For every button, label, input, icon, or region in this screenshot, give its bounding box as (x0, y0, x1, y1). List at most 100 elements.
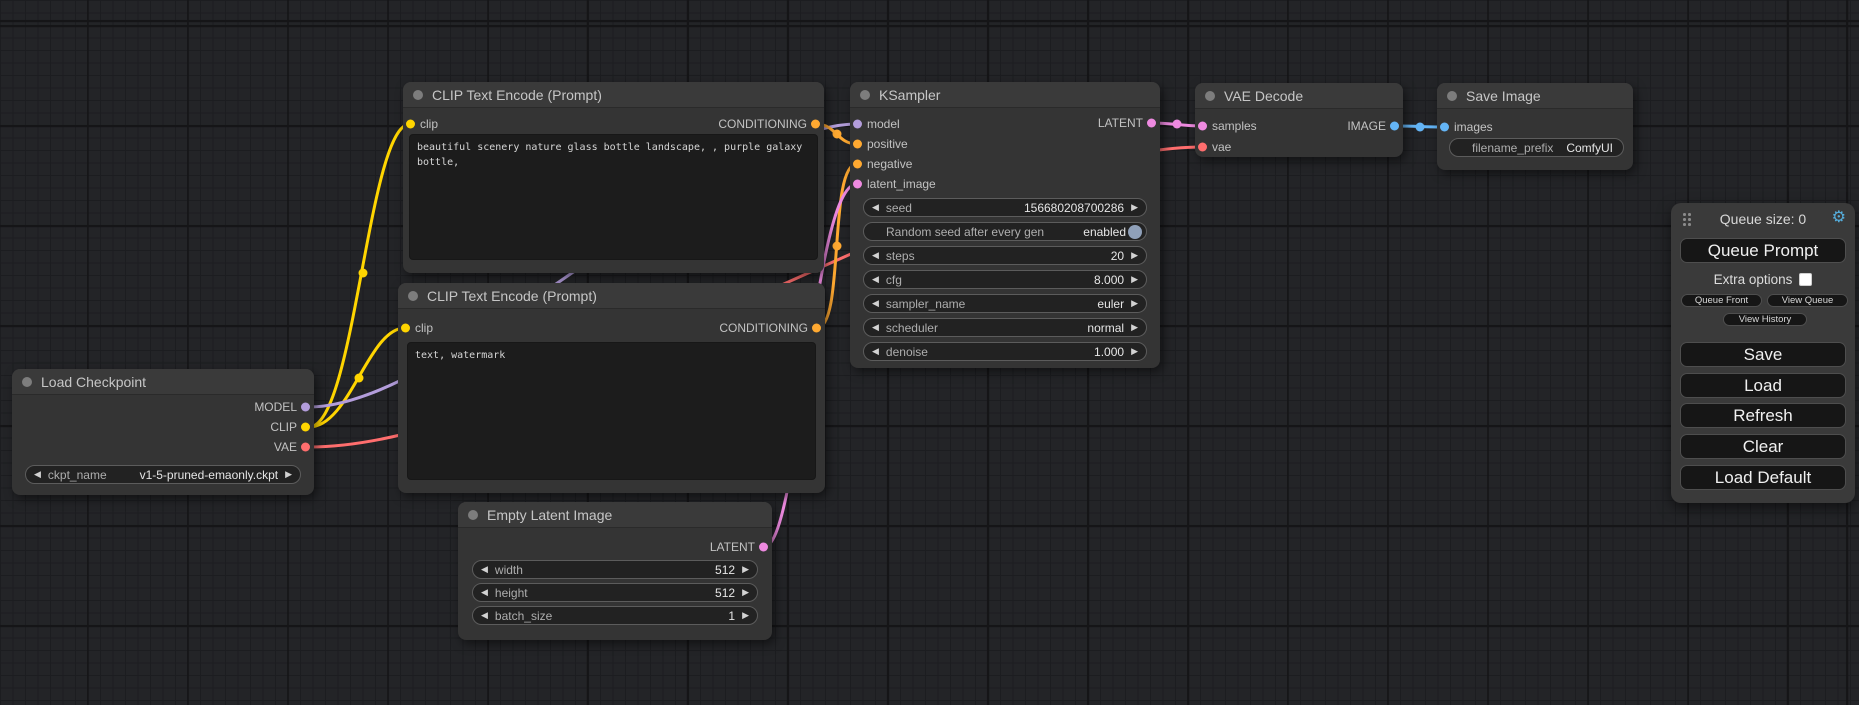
node-title-bar[interactable]: Empty Latent Image (458, 502, 772, 528)
load-default-button[interactable]: Load Default (1680, 465, 1846, 490)
ckpt-name-widget[interactable]: ◀ ckpt_name v1-5-pruned-emaonly.ckpt ▶ (25, 465, 301, 484)
port-image-output[interactable] (1390, 122, 1399, 131)
positive-prompt-textarea[interactable]: beautiful scenery nature glass bottle la… (409, 134, 818, 260)
height-widget[interactable]: ◀ height 512 ▶ (472, 583, 758, 602)
node-clip-text-encode-negative[interactable]: CLIP Text Encode (Prompt) clip CONDITION… (398, 283, 825, 493)
node-load-checkpoint[interactable]: Load Checkpoint MODEL CLIP VAE ◀ ckpt_na… (12, 369, 314, 495)
input-row-clip: clip (403, 115, 438, 133)
width-widget[interactable]: ◀ width 512 ▶ (472, 560, 758, 579)
refresh-button[interactable]: Refresh (1680, 403, 1846, 428)
collapse-dot-icon[interactable] (860, 90, 870, 100)
increment-arrow-icon[interactable]: ▶ (1131, 323, 1138, 332)
node-title-bar[interactable]: Save Image (1437, 83, 1633, 109)
node-vae-decode[interactable]: VAE Decode samples IMAGE vae (1195, 83, 1403, 157)
extra-options-checkbox[interactable] (1799, 273, 1812, 286)
decrement-arrow-icon[interactable]: ◀ (481, 565, 488, 574)
random-seed-toggle-widget[interactable]: Random seed after every gen enabled (863, 222, 1147, 241)
port-latent-output[interactable] (759, 543, 768, 552)
filename-prefix-widget[interactable]: filename_prefix ComfyUI (1449, 138, 1624, 157)
drag-handle-icon[interactable] (1683, 213, 1686, 216)
collapse-dot-icon[interactable] (413, 90, 423, 100)
increment-arrow-icon[interactable]: ▶ (742, 611, 749, 620)
port-model-input[interactable] (853, 120, 862, 129)
decrement-arrow-icon[interactable]: ◀ (872, 323, 879, 332)
collapse-dot-icon[interactable] (1447, 91, 1457, 101)
increment-arrow-icon[interactable]: ▶ (1131, 299, 1138, 308)
decrement-arrow-icon[interactable]: ◀ (481, 588, 488, 597)
collapse-dot-icon[interactable] (408, 291, 418, 301)
increment-arrow-icon[interactable]: ▶ (1131, 251, 1138, 260)
decrement-arrow-icon[interactable]: ◀ (481, 611, 488, 620)
port-positive-input[interactable] (853, 140, 862, 149)
node-title-bar[interactable]: Load Checkpoint (12, 369, 314, 395)
widget-value: enabled (1083, 225, 1126, 239)
decrement-arrow-icon[interactable]: ◀ (872, 251, 879, 260)
clear-button[interactable]: Clear (1680, 434, 1846, 459)
port-images-input[interactable] (1440, 123, 1449, 132)
link-dot-image-to-save (1416, 123, 1425, 132)
denoise-widget[interactable]: ◀ denoise 1.000 ▶ (863, 342, 1147, 361)
increment-arrow-icon[interactable]: ▶ (1131, 347, 1138, 356)
decrement-arrow-icon[interactable]: ◀ (872, 275, 879, 284)
widget-value: 20 (1111, 249, 1124, 263)
input-row-images: images (1437, 118, 1493, 136)
node-empty-latent-image[interactable]: Empty Latent Image LATENT ◀ width 512 ▶ … (458, 502, 772, 640)
node-title-bar[interactable]: VAE Decode (1195, 83, 1403, 109)
queue-front-button[interactable]: Queue Front (1681, 294, 1762, 307)
decrement-arrow-icon[interactable]: ◀ (872, 299, 879, 308)
node-title-label: CLIP Text Encode (Prompt) (427, 288, 597, 304)
link-dot-conditioning-to-negative (833, 242, 842, 251)
cfg-widget[interactable]: ◀ cfg 8.000 ▶ (863, 270, 1147, 289)
port-negative-input[interactable] (853, 160, 862, 169)
port-vae-input[interactable] (1198, 143, 1207, 152)
port-clip-input[interactable] (401, 324, 410, 333)
decrement-arrow-icon[interactable]: ◀ (34, 470, 41, 479)
steps-widget[interactable]: ◀ steps 20 ▶ (863, 246, 1147, 265)
port-conditioning-output[interactable] (812, 324, 821, 333)
port-clip-output[interactable] (301, 423, 310, 432)
port-vae-output[interactable] (301, 443, 310, 452)
save-button[interactable]: Save (1680, 342, 1846, 367)
negative-prompt-textarea[interactable]: text, watermark (407, 342, 816, 480)
port-conditioning-output[interactable] (811, 120, 820, 129)
collapse-dot-icon[interactable] (22, 377, 32, 387)
seed-widget[interactable]: ◀ seed 156680208700286 ▶ (863, 198, 1147, 217)
node-title-bar[interactable]: CLIP Text Encode (Prompt) (403, 82, 824, 108)
port-clip-input[interactable] (406, 120, 415, 129)
toggle-enabled-indicator[interactable] (1128, 225, 1142, 239)
sampler-name-widget[interactable]: ◀ sampler_name euler ▶ (863, 294, 1147, 313)
node-ksampler[interactable]: KSampler model LATENT positive negative … (850, 82, 1160, 368)
node-clip-text-encode-positive[interactable]: CLIP Text Encode (Prompt) clip CONDITION… (403, 82, 824, 273)
settings-gear-icon[interactable]: ⚙ (1832, 208, 1846, 228)
port-model-output[interactable] (301, 403, 310, 412)
increment-arrow-icon[interactable]: ▶ (742, 565, 749, 574)
increment-arrow-icon[interactable]: ▶ (1131, 275, 1138, 284)
view-history-button[interactable]: View History (1723, 313, 1807, 326)
node-title-bar[interactable]: KSampler (850, 82, 1160, 108)
node-save-image[interactable]: Save Image images filename_prefix ComfyU… (1437, 83, 1633, 170)
widget-value: ComfyUI (1566, 141, 1613, 155)
increment-arrow-icon[interactable]: ▶ (1131, 203, 1138, 212)
collapse-dot-icon[interactable] (468, 510, 478, 520)
port-latent-image-input[interactable] (853, 180, 862, 189)
link-dot-ksampler-latent-to-samples (1173, 120, 1182, 129)
scheduler-widget[interactable]: ◀ scheduler normal ▶ (863, 318, 1147, 337)
widget-label: filename_prefix (1472, 141, 1553, 155)
batch-size-widget[interactable]: ◀ batch_size 1 ▶ (472, 606, 758, 625)
port-latent-output[interactable] (1147, 119, 1156, 128)
queue-prompt-button[interactable]: Queue Prompt (1680, 238, 1846, 263)
increment-arrow-icon[interactable]: ▶ (742, 588, 749, 597)
node-title-label: Empty Latent Image (487, 507, 612, 523)
node-title-bar[interactable]: CLIP Text Encode (Prompt) (398, 283, 825, 309)
node-title-label: Load Checkpoint (41, 374, 146, 390)
decrement-arrow-icon[interactable]: ◀ (872, 347, 879, 356)
load-button[interactable]: Load (1680, 373, 1846, 398)
node-title-label: Save Image (1466, 88, 1541, 104)
output-label: CONDITIONING (718, 117, 807, 131)
decrement-arrow-icon[interactable]: ◀ (872, 203, 879, 212)
collapse-dot-icon[interactable] (1205, 91, 1215, 101)
view-queue-button[interactable]: View Queue (1767, 294, 1848, 307)
node-graph-canvas[interactable]: { "colors": { "canvas_bg": "#232427", "n… (0, 0, 1859, 705)
increment-arrow-icon[interactable]: ▶ (285, 470, 292, 479)
port-samples-input[interactable] (1198, 122, 1207, 131)
